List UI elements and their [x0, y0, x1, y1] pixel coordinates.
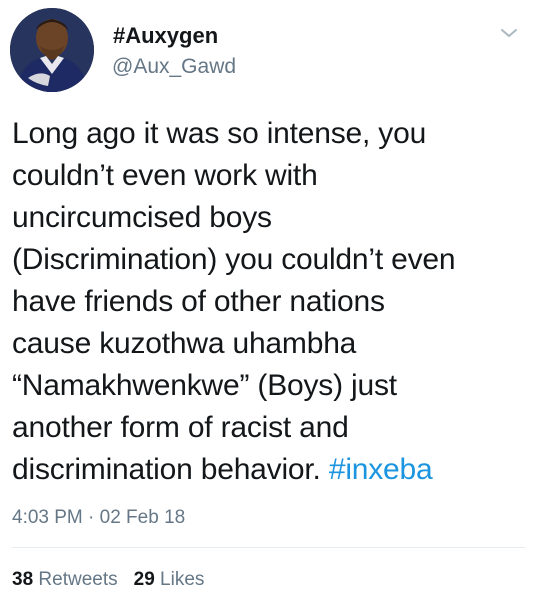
tweet-text-line: cause kuzothwa uhambha — [12, 327, 357, 360]
tweet-text-line: uncircumcised boys — [12, 201, 272, 234]
tweet-text-line: “Namakhwenkwe” (Boys) just — [12, 369, 397, 402]
likes-count: 29 — [133, 569, 155, 590]
tweet-text-line: Long ago it was so intense, you — [12, 117, 427, 150]
user-avatar[interactable] — [10, 8, 94, 92]
display-name[interactable]: #Auxygen — [113, 23, 218, 49]
tweet-text-line: (Discrimination) you couldn’t even — [12, 243, 456, 276]
likes-label: Likes — [160, 569, 205, 590]
tweet-text-line: couldn’t even work with — [12, 159, 318, 192]
tweet-text-last-line: discrimination behavior. #inxeba — [12, 449, 522, 491]
tweet-text: Long ago it was so intense, you couldn’t… — [12, 113, 522, 491]
divider — [12, 547, 525, 548]
tweet-card: #Auxygen @Aux_Gawd Long ago it was so in… — [0, 0, 535, 612]
tweet-text-line: have friends of other nations — [12, 285, 385, 318]
avatar-photo-icon — [10, 8, 94, 92]
tweet-stats: 38 Retweets 29 Likes — [12, 569, 204, 591]
likes-stat[interactable]: 29 Likes — [134, 569, 205, 590]
tweet-text-line: another form of racist and — [12, 411, 349, 444]
user-handle[interactable]: @Aux_Gawd — [112, 55, 236, 79]
retweets-count: 38 — [12, 569, 34, 590]
hashtag-link[interactable]: #inxeba — [329, 453, 433, 486]
retweets-label: Retweets — [38, 569, 118, 590]
tweet-text-fragment: discrimination behavior. — [12, 453, 329, 486]
tweet-timestamp[interactable]: 4:03 PM · 02 Feb 18 — [12, 507, 185, 529]
retweets-stat[interactable]: 38 Retweets — [12, 569, 118, 590]
chevron-down-icon[interactable] — [499, 26, 519, 40]
